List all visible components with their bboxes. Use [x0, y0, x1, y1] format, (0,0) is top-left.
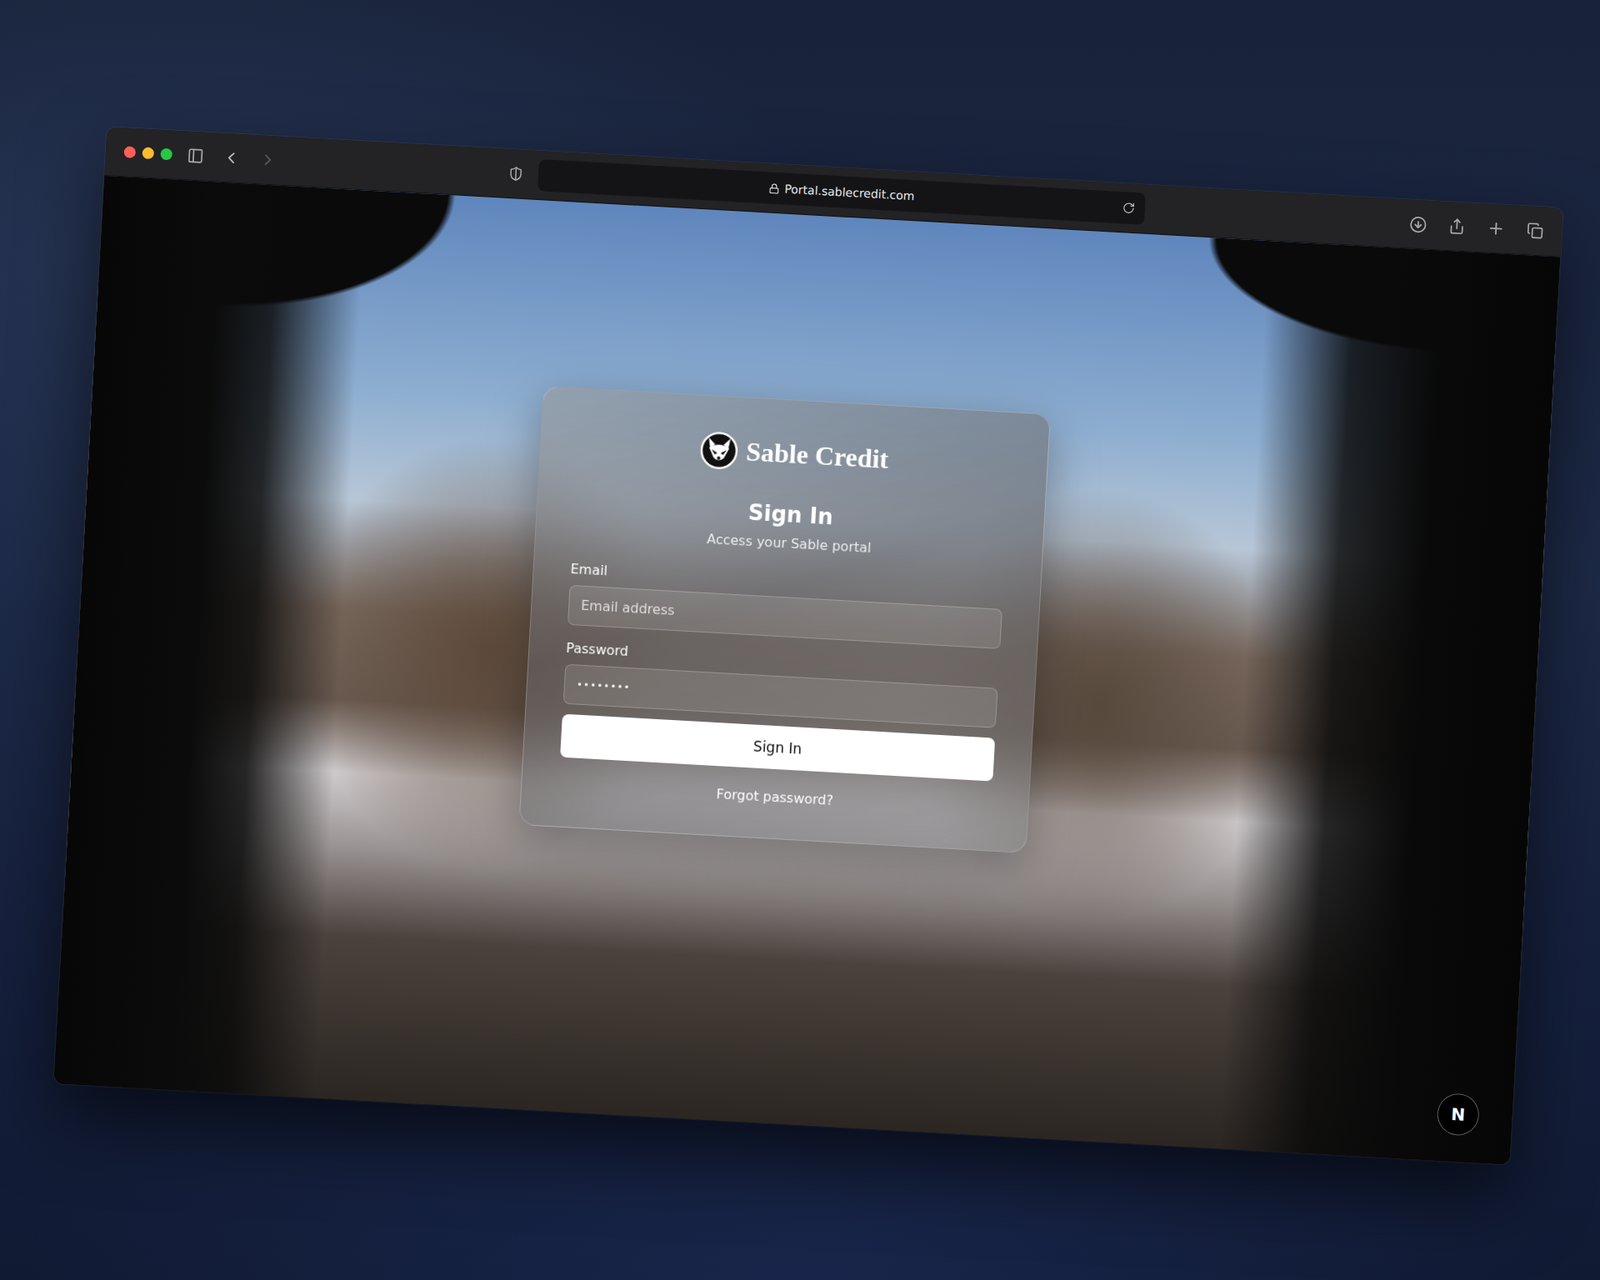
- forgot-password-link[interactable]: Forgot password?: [558, 776, 992, 817]
- reload-button[interactable]: [1122, 201, 1136, 215]
- chevron-right-icon: [258, 150, 278, 170]
- form-field: Password: [563, 639, 1000, 728]
- shield-icon[interactable]: [508, 165, 525, 182]
- sign-in-subtitle: Access your Sable portal: [572, 523, 1006, 564]
- brand-name: Sable Credit: [745, 436, 890, 475]
- privacy-group: [508, 165, 525, 182]
- sign-in-card: Sable Credit Sign InAccess your Sable por…: [518, 385, 1051, 853]
- address-text: Portal.sablecredit.com: [784, 182, 915, 204]
- form-field: Email: [567, 560, 1004, 649]
- sidebar-icon[interactable]: [186, 146, 205, 165]
- reload-icon: [1122, 201, 1136, 215]
- zoom-button[interactable]: [160, 148, 173, 161]
- download-icon[interactable]: [1409, 215, 1428, 234]
- sign-in-title: Sign In: [573, 490, 1008, 540]
- fox-logo-icon: [698, 430, 739, 470]
- dev-badge[interactable]: N: [1435, 1092, 1480, 1137]
- chevron-left-icon: [221, 148, 241, 168]
- new-tab-icon[interactable]: [1486, 219, 1506, 239]
- lock-icon: [768, 182, 780, 195]
- toolbar-actions: [1409, 214, 1545, 240]
- share-icon[interactable]: [1448, 217, 1466, 235]
- browser-window: Portal.sablecredit.com Sable Credit Sign I…: [53, 126, 1563, 1165]
- window-controls: [123, 145, 173, 160]
- tabs-overview-icon[interactable]: [1526, 221, 1545, 240]
- desktop: Portal.sablecredit.com Sable Credit Sign I…: [0, 0, 1600, 1280]
- brand: Sable Credit: [576, 423, 1012, 486]
- page-content: Sable Credit Sign InAccess your Sable por…: [53, 175, 1560, 1165]
- email-input[interactable]: [567, 584, 1003, 649]
- back-button[interactable]: [221, 148, 241, 168]
- forward-button[interactable]: [258, 150, 278, 170]
- nav-group: [186, 145, 278, 170]
- close-button[interactable]: [123, 145, 136, 159]
- minimize-button[interactable]: [141, 146, 155, 160]
